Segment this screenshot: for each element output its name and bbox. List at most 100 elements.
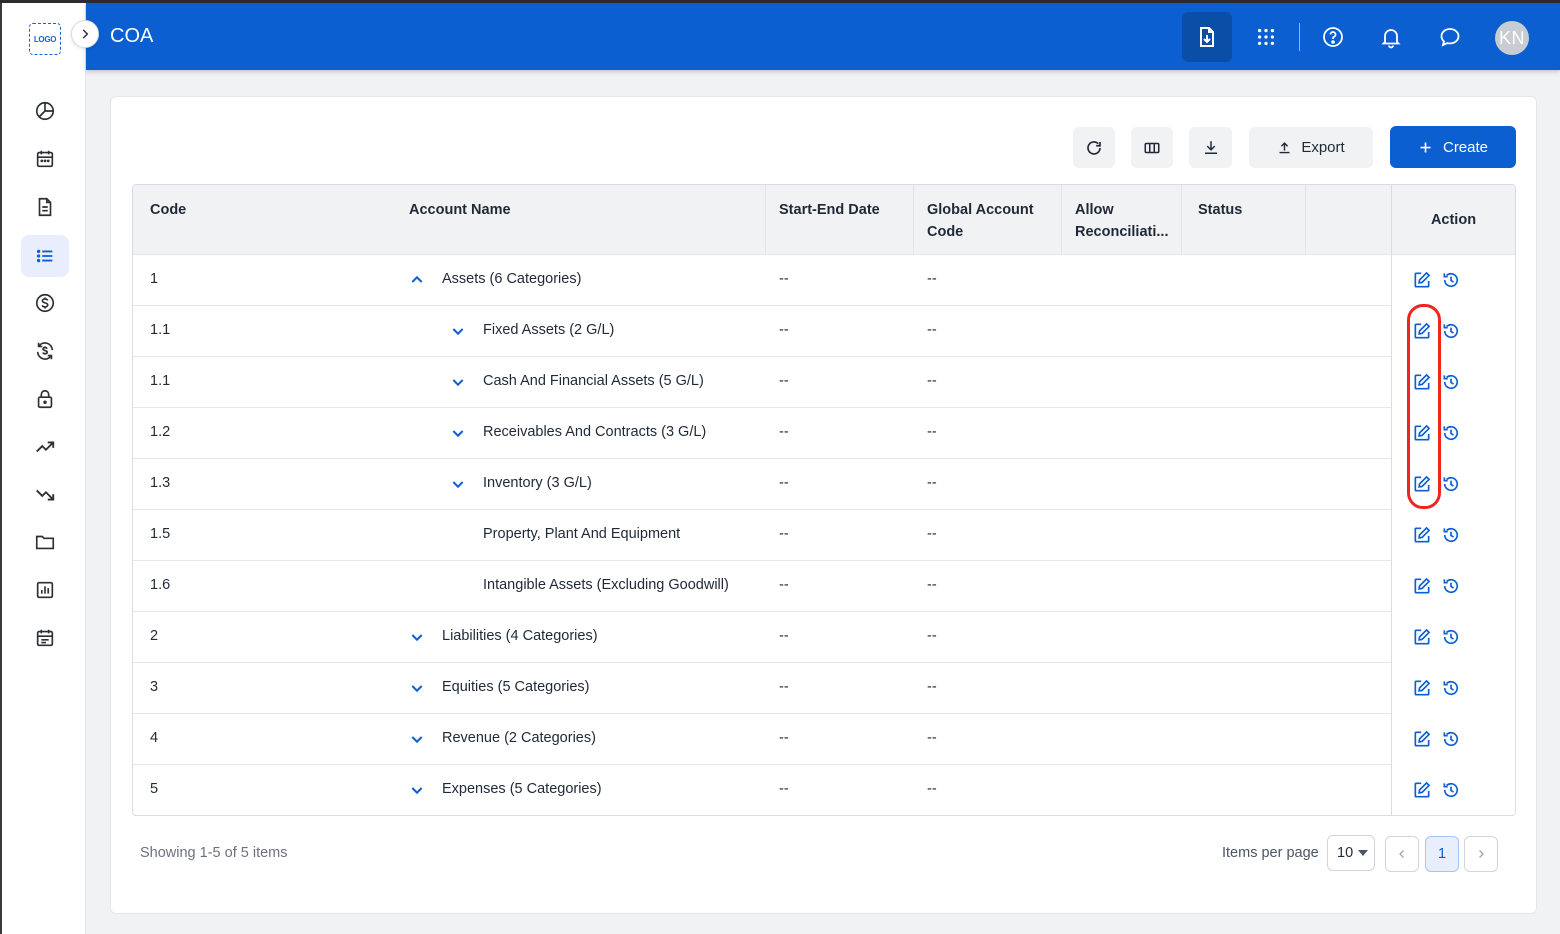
page-title: COA: [110, 25, 154, 47]
history-icon[interactable]: [1441, 525, 1461, 545]
create-button[interactable]: Create: [1390, 126, 1516, 168]
history-icon[interactable]: [1441, 729, 1461, 749]
chevron-down-icon[interactable]: [409, 782, 425, 798]
edit-icon[interactable]: [1412, 729, 1432, 749]
table-row[interactable]: 1.2 Receivables And Contracts (3 G/L) -- --: [133, 408, 1515, 459]
sidebar-item-files[interactable]: [21, 521, 69, 563]
table-row[interactable]: 1.3 Inventory (3 G/L) -- --: [133, 459, 1515, 510]
prev-page-button[interactable]: [1385, 836, 1419, 872]
history-icon[interactable]: [1441, 780, 1461, 800]
cell-account-name: Expenses (5 Categories): [442, 781, 602, 797]
cell-code: 3: [150, 679, 159, 695]
history-icon[interactable]: [1441, 270, 1461, 290]
cell-code: 1.5: [150, 526, 171, 542]
refresh-button[interactable]: [1073, 127, 1115, 168]
cell-global-account-code: --: [927, 475, 937, 491]
trending-up-icon: [36, 441, 55, 453]
table-row[interactable]: 2 Liabilities (4 Categories) -- --: [133, 612, 1515, 663]
edit-icon[interactable]: [1412, 270, 1432, 290]
column-header-account-name[interactable]: Account Name: [409, 199, 511, 221]
next-page-button[interactable]: [1464, 836, 1498, 872]
edit-icon[interactable]: [1412, 627, 1432, 647]
edit-icons-highlight: [1407, 304, 1441, 509]
edit-icon[interactable]: [1412, 576, 1432, 596]
chat-button[interactable]: [1425, 12, 1475, 62]
chevron-down-icon[interactable]: [450, 425, 466, 441]
logo: LOGO: [29, 23, 61, 55]
cell-account-name: Assets (6 Categories): [442, 271, 582, 287]
sidebar: LOGO: [0, 3, 86, 934]
edit-icon[interactable]: [1412, 678, 1432, 698]
chevron-down-icon[interactable]: [409, 629, 425, 645]
columns-button[interactable]: [1131, 127, 1173, 168]
table-row[interactable]: 1.1 Fixed Assets (2 G/L) -- --: [133, 306, 1515, 357]
history-icon[interactable]: [1441, 321, 1461, 341]
cell-code: 5: [150, 781, 159, 797]
cell-account-name: Property, Plant And Equipment: [483, 526, 681, 542]
table-row[interactable]: 5 Expenses (5 Categories) -- --: [133, 765, 1515, 815]
history-icon[interactable]: [1441, 678, 1461, 698]
edit-icon[interactable]: [1412, 525, 1432, 545]
table-header: Code Account Name Start-End Date Global …: [133, 185, 1515, 255]
sidebar-item-calendar[interactable]: [21, 138, 69, 180]
cell-start-end-date: --: [779, 628, 789, 644]
column-header-start-end-date[interactable]: Start-End Date: [779, 199, 880, 221]
chevron-down-icon[interactable]: [409, 731, 425, 747]
chevron-down-icon[interactable]: [409, 680, 425, 696]
column-header-global-account-code[interactable]: Global Account Code: [927, 199, 1047, 243]
table-row[interactable]: 1.6 Intangible Assets (Excluding Goodwill…: [133, 561, 1515, 612]
edit-icon[interactable]: [1412, 780, 1432, 800]
history-icon[interactable]: [1441, 576, 1461, 596]
table-row[interactable]: 3 Equities (5 Categories) -- --: [133, 663, 1515, 714]
sidebar-item-reports[interactable]: [21, 569, 69, 611]
help-button[interactable]: [1308, 12, 1358, 62]
upload-icon: [1279, 142, 1290, 154]
sidebar-item-security[interactable]: [21, 378, 69, 420]
sidebar-item-schedule[interactable]: [21, 617, 69, 659]
file-download-icon: [1200, 27, 1214, 47]
download-button[interactable]: [1189, 127, 1232, 168]
chevron-up-icon[interactable]: [409, 272, 425, 288]
page-button-current[interactable]: 1: [1425, 836, 1459, 872]
chevron-down-icon[interactable]: [450, 374, 466, 390]
user-avatar[interactable]: KN: [1495, 21, 1529, 55]
table-row[interactable]: 1 Assets (6 Categories) -- --: [133, 255, 1515, 306]
chevron-down-icon[interactable]: [450, 476, 466, 492]
history-icon[interactable]: [1441, 372, 1461, 392]
column-header-status[interactable]: Status: [1198, 199, 1242, 221]
pie-chart-icon: [35, 101, 55, 121]
refresh-icon: [1087, 140, 1101, 155]
apps-grid-button[interactable]: [1241, 12, 1291, 62]
import-file-button[interactable]: [1182, 12, 1232, 62]
chat-bubble-icon: [1440, 28, 1460, 47]
sidebar-expand-button[interactable]: [71, 20, 99, 48]
history-icon[interactable]: [1441, 423, 1461, 443]
chevron-down-icon[interactable]: [450, 323, 466, 339]
column-divider: [765, 185, 766, 255]
notifications-button[interactable]: [1366, 12, 1416, 62]
cell-code: 1: [150, 271, 159, 287]
export-label: Export: [1301, 139, 1345, 156]
column-header-action: Action: [1392, 185, 1515, 255]
items-per-page-label: Items per page: [1222, 845, 1319, 861]
items-per-page-select[interactable]: 10: [1327, 835, 1375, 871]
export-button[interactable]: Export: [1249, 127, 1373, 168]
sidebar-item-payments[interactable]: [21, 282, 69, 324]
sidebar-item-documents[interactable]: [21, 186, 69, 228]
column-header-allow-reconciliation[interactable]: Allow Reconciliati...: [1075, 199, 1170, 243]
sidebar-item-coa[interactable]: [21, 235, 69, 277]
sidebar-item-exchange[interactable]: [21, 330, 69, 372]
table-row[interactable]: 1.5 Property, Plant And Equipment -- --: [133, 510, 1515, 561]
sidebar-item-income[interactable]: [21, 426, 69, 468]
cell-account-name: Liabilities (4 Categories): [442, 628, 598, 644]
table-row[interactable]: 4 Revenue (2 Categories) -- --: [133, 714, 1515, 765]
history-icon[interactable]: [1441, 474, 1461, 494]
column-header-code[interactable]: Code: [150, 199, 186, 221]
cell-global-account-code: --: [927, 730, 937, 746]
table-row[interactable]: 1.1 Cash And Financial Assets (5 G/L) -- --: [133, 357, 1515, 408]
sidebar-item-expense[interactable]: [21, 474, 69, 516]
sidebar-item-dashboard[interactable]: [21, 90, 69, 132]
caret-down-icon: [1358, 850, 1368, 856]
history-icon[interactable]: [1441, 627, 1461, 647]
cell-global-account-code: --: [927, 781, 937, 797]
